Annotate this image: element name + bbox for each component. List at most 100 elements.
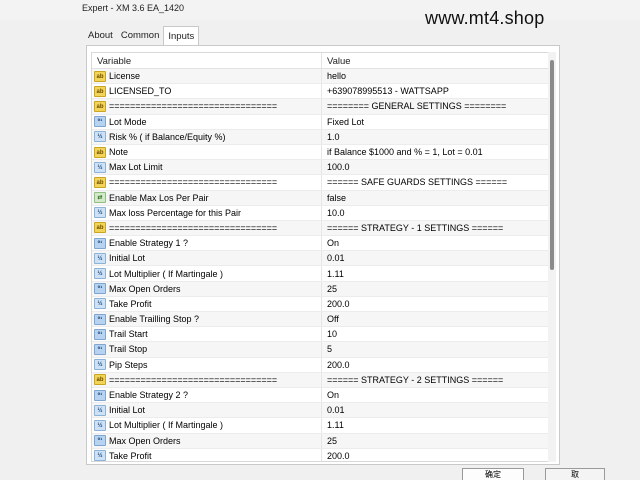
- table-row[interactable]: ½ Lot Multiplier ( If Martingale ) 1.11: [92, 418, 549, 434]
- table-row[interactable]: ⁰¹ Enable Trailling Stop ? Off: [92, 312, 549, 328]
- variable-cell: ab ================================: [92, 99, 322, 114]
- number-type-icon: ½: [94, 161, 106, 173]
- variable-cell: ½ Lot Multiplier ( If Martingale ): [92, 266, 322, 281]
- value-cell[interactable]: 1.11: [322, 420, 344, 430]
- variable-cell: ½ Max Lot Limit: [92, 160, 322, 175]
- variable-cell: ½ Initial Lot: [92, 251, 322, 266]
- value-cell[interactable]: ====== STRATEGY - 1 SETTINGS ======: [322, 223, 503, 233]
- cancel-button[interactable]: 取: [545, 468, 605, 480]
- variable-name: Enable Max Los Per Pair: [109, 192, 209, 203]
- table-row[interactable]: ab ================================ ======…: [92, 99, 549, 115]
- value-cell[interactable]: +639078995513 - WATTSAPP: [322, 86, 449, 96]
- variable-cell: ½ Max loss Percentage for this Pair: [92, 205, 322, 220]
- value-cell[interactable]: On: [322, 238, 339, 248]
- inputs-panel: Variable Value ab License hello ab LICENSED_…: [86, 45, 560, 465]
- table-row[interactable]: ab License hello: [92, 69, 549, 85]
- variable-cell: ⁰¹ Trail Start: [92, 327, 322, 342]
- variable-name: Max loss Percentage for this Pair: [109, 207, 242, 218]
- table-row[interactable]: ½ Take Profit 200.0: [92, 448, 549, 461]
- variable-name: License: [109, 71, 141, 82]
- table-row[interactable]: ⇄ Enable Max Los Per Pair false: [92, 190, 549, 206]
- value-cell[interactable]: Fixed Lot: [322, 117, 364, 127]
- table-row[interactable]: ½ Max loss Percentage for this Pair 10.0: [92, 205, 549, 221]
- value-cell[interactable]: Off: [322, 314, 339, 324]
- value-cell[interactable]: 10.0: [322, 208, 345, 218]
- table-row[interactable]: ⁰¹ Max Open Orders 25: [92, 433, 549, 449]
- value-cell[interactable]: ======== GENERAL SETTINGS ========: [322, 101, 506, 111]
- variable-name: Trail Stop: [109, 344, 148, 355]
- value-cell[interactable]: ====== STRATEGY - 2 SETTINGS ======: [322, 375, 503, 385]
- enum-type-icon: ⁰¹: [94, 435, 106, 447]
- variable-name: ================================: [109, 101, 278, 112]
- variable-cell: ⁰¹ Enable Strategy 2 ?: [92, 387, 322, 403]
- column-header-variable[interactable]: Variable: [92, 53, 322, 68]
- boolean-type-icon: ⇄: [94, 192, 106, 204]
- table-row[interactable]: ab LICENSED_TO +639078995513 - WATTSAPP: [92, 84, 549, 100]
- table-body: ab License hello ab LICENSED_TO +639078995513…: [92, 69, 549, 461]
- variable-cell: ab ================================: [92, 372, 322, 387]
- value-cell[interactable]: false: [322, 193, 346, 203]
- table-row[interactable]: ½ Pip Steps 200.0: [92, 357, 549, 373]
- value-cell[interactable]: 200.0: [322, 451, 350, 461]
- value-cell[interactable]: 200.0: [322, 360, 350, 370]
- value-cell[interactable]: 1.0: [322, 132, 340, 142]
- variable-cell: ⇄ Enable Max Los Per Pair: [92, 190, 322, 205]
- value-cell[interactable]: On: [322, 390, 339, 400]
- value-cell[interactable]: 0.01: [322, 405, 345, 415]
- number-type-icon: ½: [94, 419, 106, 431]
- table-row[interactable]: ½ Lot Multiplier ( If Martingale ) 1.11: [92, 266, 549, 282]
- string-type-icon: ab: [94, 100, 106, 112]
- variable-name: Max Open Orders: [109, 435, 181, 446]
- variable-cell: ½ Risk % ( if Balance/Equity %): [92, 129, 322, 144]
- table-row[interactable]: ⁰¹ Trail Start 10: [92, 327, 549, 343]
- tab-bar: About Common Inputs: [84, 26, 200, 45]
- value-cell[interactable]: if Balance $1000 and % = 1, Lot = 0.01: [322, 147, 483, 157]
- table-row[interactable]: ½ Take Profit 200.0: [92, 296, 549, 312]
- enum-type-icon: ⁰¹: [94, 116, 106, 128]
- table-row[interactable]: ⁰¹ Max Open Orders 25: [92, 281, 549, 297]
- table-row[interactable]: ½ Risk % ( if Balance/Equity %) 1.0: [92, 129, 549, 145]
- value-cell[interactable]: 200.0: [322, 299, 350, 309]
- value-cell[interactable]: ====== SAFE GUARDS SETTINGS ======: [322, 177, 507, 187]
- variable-name: ================================: [109, 222, 278, 233]
- variable-name: Initial Lot: [109, 253, 146, 264]
- table-row[interactable]: ⁰¹ Lot Mode Fixed Lot: [92, 114, 549, 130]
- value-cell[interactable]: 100.0: [322, 162, 350, 172]
- ok-button[interactable]: 确定: [462, 468, 524, 480]
- value-cell[interactable]: 1.11: [322, 269, 344, 279]
- scrollbar-thumb[interactable]: [550, 60, 554, 270]
- variable-name: Max Open Orders: [109, 283, 181, 294]
- table-row[interactable]: ⁰¹ Enable Strategy 1 ? On: [92, 236, 549, 252]
- enum-type-icon: ⁰¹: [94, 328, 106, 340]
- table-row[interactable]: ab Note if Balance $1000 and % = 1, Lot = …: [92, 144, 549, 161]
- table-row[interactable]: ⁰¹ Enable Strategy 2 ? On: [92, 387, 549, 404]
- variable-name: ================================: [109, 177, 278, 188]
- value-cell[interactable]: 0.01: [322, 253, 345, 263]
- table-row[interactable]: ab ================================ ======…: [92, 372, 549, 388]
- variable-name: Enable Trailling Stop ?: [109, 314, 200, 325]
- table-row[interactable]: ½ Initial Lot 0.01: [92, 403, 549, 419]
- value-cell[interactable]: 5: [322, 344, 332, 354]
- variable-name: Trail Start: [109, 329, 148, 340]
- column-header-value[interactable]: Value: [322, 53, 351, 68]
- table-row[interactable]: ab ================================ ======…: [92, 220, 549, 237]
- variable-name: Lot Multiplier ( If Martingale ): [109, 420, 224, 431]
- value-cell[interactable]: 10: [322, 329, 337, 339]
- variable-name: Max Lot Limit: [109, 162, 163, 173]
- tab-inputs[interactable]: Inputs: [163, 26, 200, 45]
- table-row[interactable]: ½ Max Lot Limit 100.0: [92, 160, 549, 176]
- table-row[interactable]: ½ Initial Lot 0.01: [92, 251, 549, 267]
- enum-type-icon: ⁰¹: [94, 283, 106, 295]
- tab-common[interactable]: Common: [117, 26, 164, 45]
- variable-name: Pip Steps: [109, 359, 148, 370]
- variable-cell: ⁰¹ Trail Stop: [92, 342, 322, 357]
- table-row[interactable]: ⁰¹ Trail Stop 5: [92, 342, 549, 358]
- table-row[interactable]: ab ================================ ======…: [92, 175, 549, 191]
- tab-about[interactable]: About: [84, 26, 117, 45]
- number-type-icon: ½: [94, 359, 106, 371]
- value-cell[interactable]: 25: [322, 284, 337, 294]
- vertical-scrollbar[interactable]: [548, 52, 556, 462]
- value-cell[interactable]: hello: [322, 71, 346, 81]
- number-type-icon: ½: [94, 268, 106, 280]
- value-cell[interactable]: 25: [322, 436, 337, 446]
